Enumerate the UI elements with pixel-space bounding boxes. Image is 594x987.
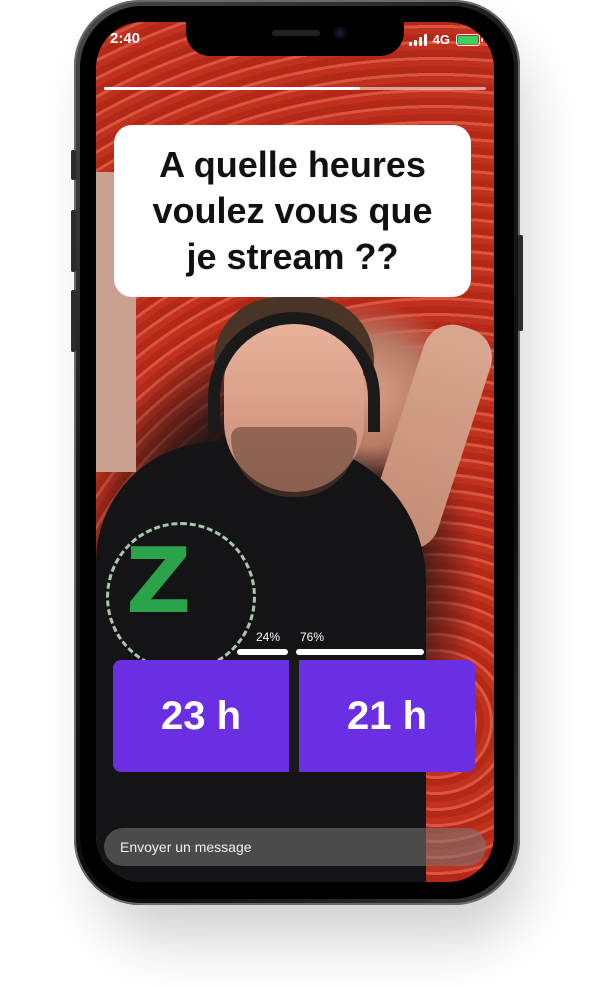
- poll-option-right-button[interactable]: 21 h: [299, 660, 475, 772]
- question-sticker: A quelle heures voulez vous que je strea…: [114, 125, 471, 297]
- story-progress-fill: [104, 87, 360, 90]
- poll-percent-label-left: 24%: [256, 630, 281, 644]
- status-time: 2:40: [110, 30, 141, 47]
- poll-percent-bar-left: [237, 649, 288, 655]
- camera-icon: [334, 27, 346, 39]
- battery-icon: [456, 33, 483, 46]
- story-progress-bar: [104, 87, 486, 90]
- question-text: A quelle heures voulez vous que je strea…: [152, 144, 433, 277]
- poll-option-left-button[interactable]: 23 h: [113, 660, 289, 772]
- volume-up-button: [71, 210, 76, 272]
- network-type: 4G: [432, 32, 450, 47]
- signal-icon: [408, 33, 427, 46]
- poll-option-right-label: 21 h: [346, 693, 428, 738]
- poll-option-left-label: 23 h: [160, 693, 242, 738]
- power-button: [518, 235, 523, 331]
- volume-down-button: [71, 290, 76, 352]
- send-message-input[interactable]: Envoyer un message: [104, 828, 486, 866]
- notch: [186, 18, 404, 56]
- message-placeholder: Envoyer un message: [120, 839, 252, 855]
- poll-percent-label-right: 76%: [300, 630, 325, 644]
- speaker-grille: [272, 30, 320, 36]
- mute-switch: [71, 150, 76, 180]
- poll-percent-bar-right: [296, 649, 424, 655]
- battery-level: [458, 35, 478, 44]
- poll-divider: [289, 660, 299, 772]
- photo-tshirt-logo-mark: Z: [126, 529, 192, 634]
- status-right: 4G: [408, 32, 483, 47]
